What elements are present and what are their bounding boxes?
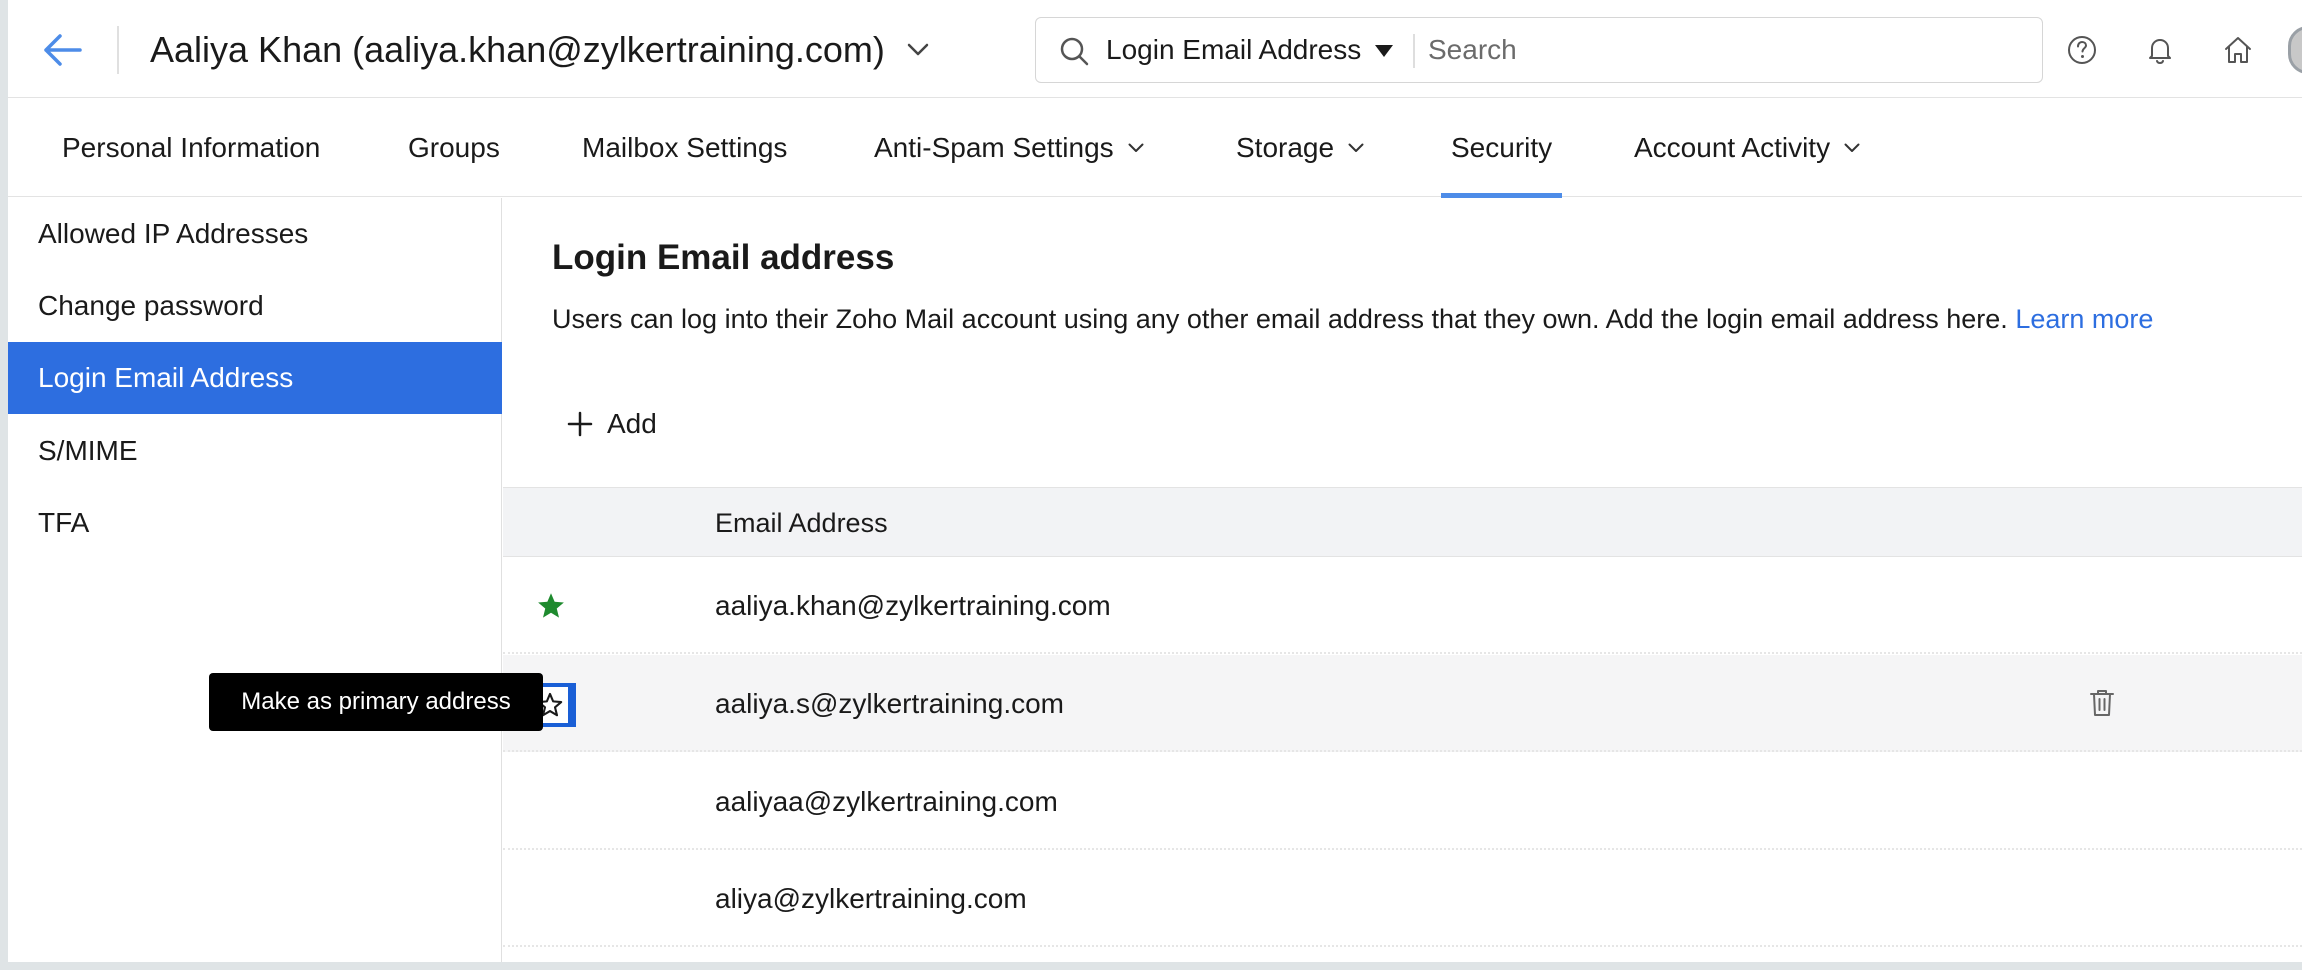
column-header-email: Email Address — [715, 507, 888, 538]
tab-mailbox-settings[interactable]: Mailbox Settings — [582, 99, 787, 197]
search-separator — [1413, 34, 1415, 68]
tab-label: Anti-Spam Settings — [874, 132, 1114, 163]
main-content: Login Email address Users can log into t… — [503, 198, 2302, 962]
caret-down-icon — [1375, 45, 1394, 57]
add-button[interactable]: Add — [567, 404, 657, 444]
help-icon — [2068, 36, 2096, 64]
delete-button[interactable] — [2085, 685, 2119, 721]
tab-storage[interactable]: Storage — [1236, 99, 1364, 197]
tab-account-activity[interactable]: Account Activity — [1634, 99, 1860, 197]
security-sidebar: Allowed IP Addresses Change password Log… — [8, 198, 502, 962]
sidebar-item-label: Login Email Address — [38, 362, 294, 393]
sidebar-item-allowed-ip-addresses[interactable]: Allowed IP Addresses — [8, 198, 502, 270]
sidebar-item-label: TFA — [38, 507, 90, 538]
trash-icon — [2090, 690, 2114, 716]
table-header: Email Address — [503, 487, 2302, 557]
search-bar: Login Email Address — [1035, 17, 2043, 83]
table-row: aaliya.s@zylkertraining.com — [503, 655, 2302, 752]
star-filled-icon — [538, 593, 564, 618]
sidebar-item-label: Allowed IP Addresses — [38, 218, 309, 249]
tab-label: Storage — [1236, 132, 1335, 163]
user-title: Aaliya Khan (aaliya.khan@zylkertraining.… — [150, 29, 885, 70]
avatar[interactable] — [2288, 26, 2302, 74]
table-row: aaliyaa@zylkertraining.com — [503, 753, 2302, 850]
home-button[interactable] — [2218, 30, 2258, 70]
table-row: aaliya.khan@zylkertraining.com — [503, 557, 2302, 654]
tab-groups[interactable]: Groups — [408, 99, 500, 197]
user-switcher[interactable]: Aaliya Khan (aaliya.khan@zylkertraining.… — [150, 26, 929, 74]
tab-label: Groups — [408, 132, 500, 163]
page-title: Login Email address — [552, 238, 895, 277]
email-address: aaliyaa@zylkertraining.com — [715, 785, 1058, 817]
email-address: aaliya.s@zylkertraining.com — [715, 687, 1064, 719]
top-bar: Aaliya Khan (aaliya.khan@zylkertraining.… — [8, 0, 2302, 98]
chevron-down-icon — [1128, 143, 1144, 152]
app-window: Aaliya Khan (aaliya.khan@zylkertraining.… — [8, 0, 2302, 962]
sidebar-item-smime[interactable]: S/MIME — [8, 415, 502, 487]
tab-security[interactable]: Security — [1440, 99, 1563, 198]
sidebar-item-tfa[interactable]: TFA — [8, 487, 502, 559]
table-row: aliya@zylkertraining.com — [503, 850, 2302, 947]
learn-more-link[interactable]: Learn more — [2015, 304, 2153, 334]
help-button[interactable] — [2062, 30, 2102, 70]
add-label: Add — [607, 408, 657, 439]
sidebar-item-login-email-address[interactable]: Login Email Address — [8, 342, 502, 414]
topbar-divider — [117, 26, 119, 74]
chevron-down-icon — [907, 43, 929, 56]
tab-label: Security — [1451, 132, 1553, 163]
home-icon — [2225, 37, 2251, 63]
sidebar-item-change-password[interactable]: Change password — [8, 270, 502, 342]
sidebar-item-label: S/MIME — [38, 435, 138, 466]
tab-label: Mailbox Settings — [582, 132, 788, 163]
email-address: aaliya.khan@zylkertraining.com — [715, 589, 1111, 621]
page-description: Users can log into their Zoho Mail accou… — [552, 304, 2153, 335]
tab-anti-spam-settings[interactable]: Anti-Spam Settings — [874, 99, 1144, 197]
search-scope-dropdown[interactable]: Login Email Address — [1106, 18, 1394, 82]
search-input[interactable] — [1428, 26, 2018, 74]
tooltip-text: Make as primary address — [241, 688, 511, 715]
notifications-button[interactable] — [2140, 30, 2180, 70]
back-button[interactable] — [38, 26, 86, 74]
search-icon — [1060, 37, 1089, 66]
bell-icon — [2149, 39, 2171, 65]
tooltip: Make as primary address — [209, 673, 543, 731]
description-text: Users can log into their Zoho Mail accou… — [552, 304, 2008, 334]
primary-star[interactable] — [533, 588, 569, 624]
settings-tabs: Personal Information Groups Mailbox Sett… — [8, 99, 2302, 198]
search-scope-label: Login Email Address — [1106, 34, 1362, 65]
chevron-down-icon — [1844, 143, 1860, 152]
arrow-left-icon — [44, 34, 82, 66]
tab-label: Personal Information — [62, 132, 321, 163]
tab-label: Account Activity — [1634, 132, 1831, 163]
email-address: aliya@zylkertraining.com — [715, 882, 1027, 914]
sidebar-item-label: Change password — [38, 290, 264, 321]
plus-icon — [567, 411, 593, 437]
tab-personal-information[interactable]: Personal Information — [62, 99, 320, 197]
chevron-down-icon — [1348, 143, 1364, 152]
